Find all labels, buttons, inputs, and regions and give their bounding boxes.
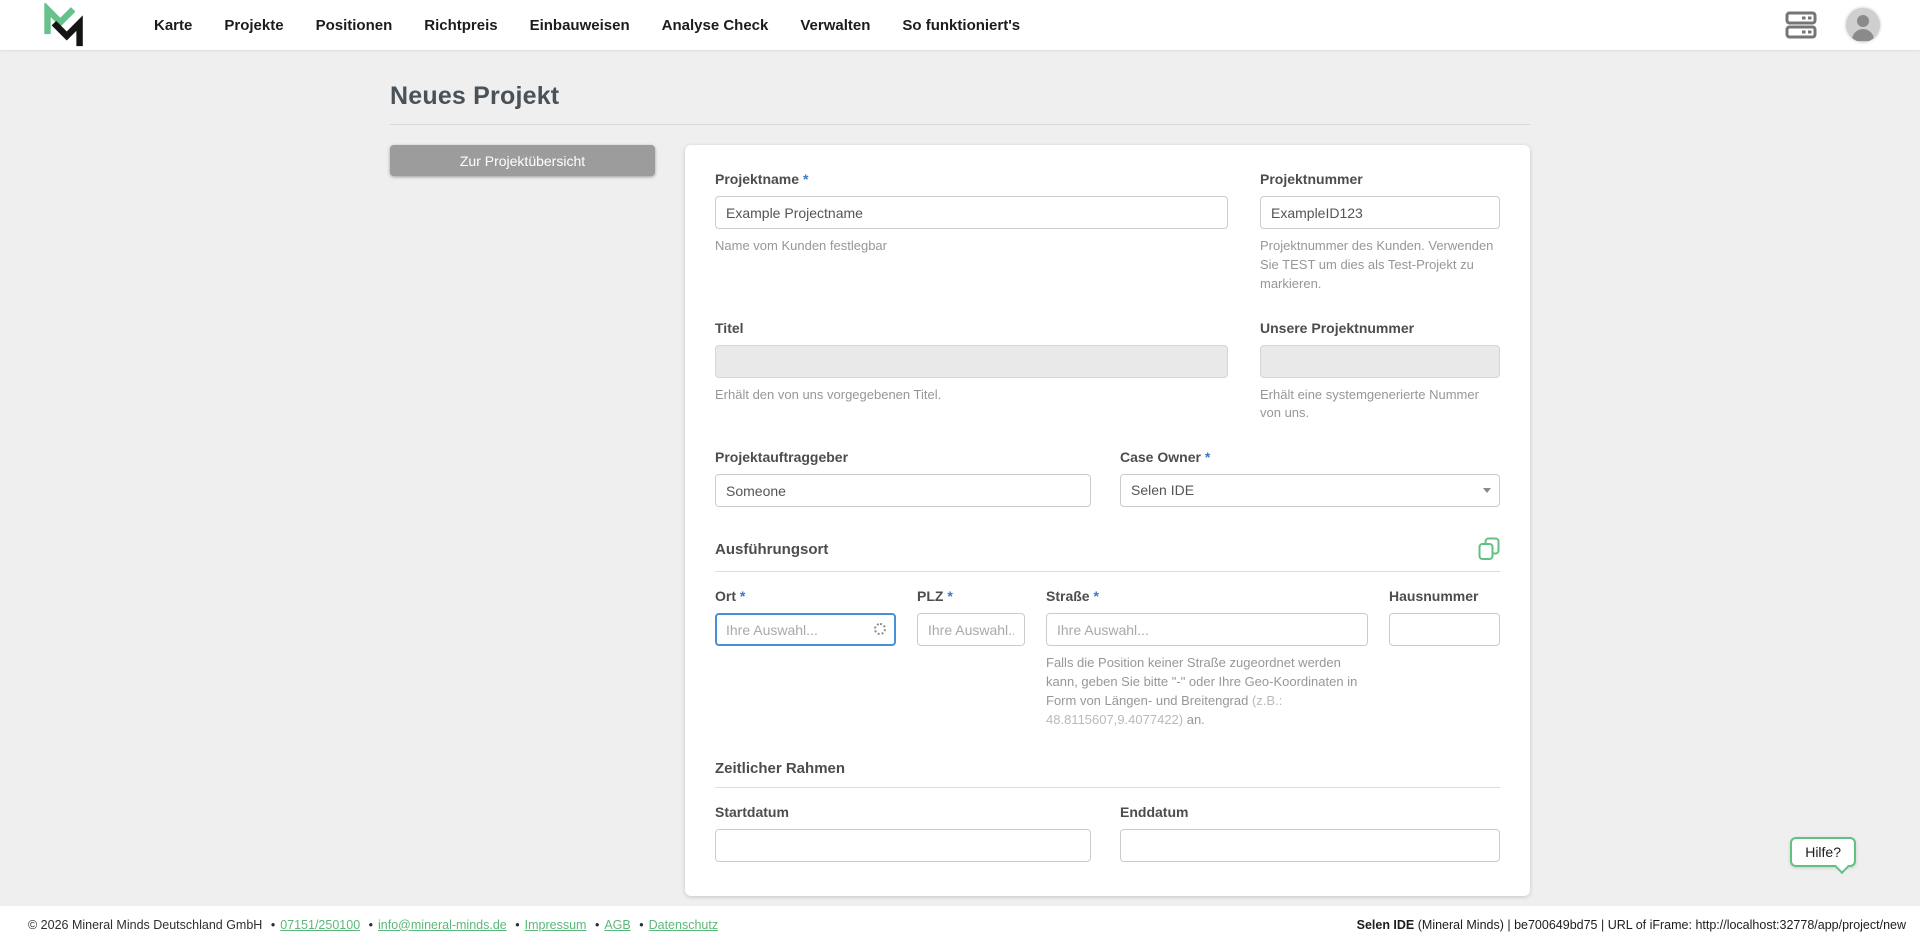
plz-input[interactable] [917,613,1025,646]
footer-email-link[interactable]: info@mineral-minds.de [378,918,507,932]
ort-label: Ort * [715,588,896,604]
footer-left: © 2026 Mineral Minds Deutschland GmbH •0… [28,918,718,932]
page-title: Neues Projekt [390,82,1530,111]
hausnummer-input[interactable] [1389,613,1500,646]
top-navbar: Karte Projekte Positionen Richtpreis Ein… [0,0,1920,50]
field-enddatum: Enddatum [1120,804,1500,862]
server-icon[interactable] [1784,10,1818,40]
projektnummer-helper: Projektnummer des Kunden. Verwenden Sie … [1260,237,1500,294]
field-projektnummer: Projektnummer Projektnummer des Kunden. … [1260,171,1500,294]
nav-item-analyse-check[interactable]: Analyse Check [646,17,785,34]
mineral-minds-logo-icon[interactable] [38,3,90,47]
section-title-zeitlicher-rahmen: Zeitlicher Rahmen [715,760,845,777]
required-asterisk: * [1093,588,1098,604]
projektnummer-input[interactable] [1260,196,1500,229]
field-plz: PLZ * [917,588,1025,729]
unsere-projektnummer-input [1260,345,1500,378]
case-owner-label: Case Owner * [1120,449,1500,465]
footer-datenschutz-link[interactable]: Datenschutz [649,918,718,932]
required-asterisk: * [1205,449,1210,465]
strasse-input[interactable] [1046,613,1368,646]
titel-input [715,345,1228,378]
projektauftraggeber-label: Projektauftraggeber [715,449,1091,465]
field-unsere-projektnummer: Unsere Projektnummer Erhält eine systemg… [1260,320,1500,424]
strasse-helper: Falls die Position keiner Straße zugeord… [1046,654,1368,729]
footer: © 2026 Mineral Minds Deutschland GmbH •0… [0,906,1920,943]
chevron-down-icon [1483,488,1491,493]
titel-label: Titel [715,320,1228,336]
case-owner-value: Selen IDE [1120,474,1500,507]
bubble-tail [1835,860,1849,874]
projektnummer-label: Projektnummer [1260,171,1500,187]
zur-projektuebersicht-button[interactable]: Zur Projektübersicht [390,145,655,176]
project-form-card: Projektname * Name vom Kunden festlegbar… [685,145,1530,896]
nav-item-karte[interactable]: Karte [138,17,208,34]
ort-input[interactable] [715,613,896,646]
plz-label: PLZ * [917,588,1025,604]
page-content: Neues Projekt Zur Projektübersicht Proje… [390,50,1530,940]
field-titel: Titel Erhält den von uns vorgegebenen Ti… [715,320,1228,424]
footer-phone-link[interactable]: 07151/250100 [280,918,360,932]
field-case-owner: Case Owner * Selen IDE [1120,449,1500,507]
nav-item-projekte[interactable]: Projekte [208,17,299,34]
copyright-text: © 2026 Mineral Minds Deutschland GmbH [28,918,262,932]
unsere-projektnummer-label: Unsere Projektnummer [1260,320,1500,336]
field-ort: Ort * [715,588,896,729]
hausnummer-label: Hausnummer [1389,588,1500,604]
nav-item-richtpreis[interactable]: Richtpreis [408,17,513,34]
field-hausnummer: Hausnummer [1389,588,1500,729]
footer-impressum-link[interactable]: Impressum [525,918,587,932]
avatar-person-icon [1857,15,1869,27]
projektname-input[interactable] [715,196,1228,229]
field-projektauftraggeber: Projektauftraggeber [715,449,1091,507]
enddatum-input[interactable] [1120,829,1500,862]
field-startdatum: Startdatum [715,804,1091,862]
left-column: Zur Projektübersicht [390,145,655,176]
navbar-right [1784,8,1880,42]
field-strasse: Straße * Falls die Position keiner Straß… [1046,588,1368,729]
section-divider [715,571,1500,572]
projektname-label: Projektname * [715,171,1228,187]
unsere-projektnummer-helper: Erhält eine systemgenerierte Nummer von … [1260,386,1500,424]
help-button[interactable]: Hilfe? [1790,837,1856,867]
titel-helper: Erhält den von uns vorgegebenen Titel. [715,386,1228,405]
enddatum-label: Enddatum [1120,804,1500,820]
footer-agb-link[interactable]: AGB [604,918,630,932]
projektname-helper: Name vom Kunden festlegbar [715,237,1228,256]
field-projektname: Projektname * Name vom Kunden festlegbar [715,171,1228,294]
footer-session-info: Selen IDE (Mineral Minds) | be700649bd75… [1357,918,1906,932]
section-divider [715,787,1500,788]
startdatum-label: Startdatum [715,804,1091,820]
nav-item-einbauweisen[interactable]: Einbauweisen [514,17,646,34]
projektauftraggeber-input[interactable] [715,474,1091,507]
nav-item-so-funktionierts[interactable]: So funktioniert's [886,17,1036,34]
main-nav: Karte Projekte Positionen Richtpreis Ein… [138,17,1784,34]
copy-icon[interactable] [1478,537,1500,561]
nav-item-verwalten[interactable]: Verwalten [784,17,886,34]
case-owner-select[interactable]: Selen IDE [1120,474,1500,507]
nav-item-positionen[interactable]: Positionen [300,17,409,34]
section-title-ausfuehrungsort: Ausführungsort [715,541,828,558]
required-asterisk: * [947,588,952,604]
required-asterisk: * [803,171,808,187]
user-avatar[interactable] [1846,8,1880,42]
startdatum-input[interactable] [715,829,1091,862]
required-asterisk: * [740,588,745,604]
title-divider [390,124,1530,125]
help-label: Hilfe? [1805,844,1841,860]
strasse-label: Straße * [1046,588,1368,604]
